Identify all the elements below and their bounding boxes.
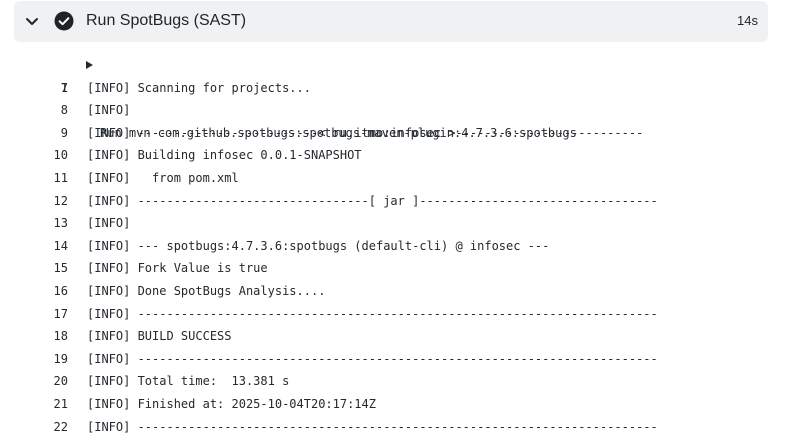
log-line: 21 [INFO] Finished at: 2025-10-04T20:17:1…: [0, 393, 786, 416]
log-line: 22 [INFO] -------------------------------…: [0, 416, 786, 439]
chevron-down-icon[interactable]: [24, 13, 40, 29]
line-number[interactable]: 20: [40, 370, 68, 393]
line-number[interactable]: 17: [40, 303, 68, 326]
line-number[interactable]: 12: [40, 190, 68, 213]
line-number[interactable]: 8: [40, 99, 68, 122]
line-number[interactable]: 10: [40, 144, 68, 167]
log-line-text: [INFO] ---------------------------------…: [87, 351, 658, 366]
log-output: 1 Run mvn com.github.spotbugs:spotbugs-m…: [0, 54, 786, 438]
line-number[interactable]: 13: [40, 212, 68, 235]
log-lines: 7 [INFO] Scanning for projects... 8 [INFO] 9…: [0, 77, 786, 439]
log-line: 9 [INFO] -------------------------< ru.it…: [0, 122, 786, 145]
log-line-text: [INFO] from pom.xml: [87, 170, 239, 185]
check-circle-icon: [54, 11, 74, 31]
log-line: 19 [INFO] -------------------------------…: [0, 348, 786, 371]
log-command-line[interactable]: 1 Run mvn com.github.spotbugs:spotbugs-m…: [0, 54, 786, 140]
expand-caret-icon[interactable]: [86, 61, 93, 69]
log-line-text: [INFO]: [87, 103, 131, 118]
log-line-text: [INFO] Building infosec 0.0.1-SNAPSHOT: [87, 148, 362, 163]
log-line-text: [INFO] Total time: 13.381 s: [87, 374, 290, 389]
step-title: Run SpotBugs (SAST): [86, 12, 247, 29]
line-number[interactable]: 22: [40, 416, 68, 439]
log-line-text: [INFO] BUILD SUCCESS: [87, 329, 232, 344]
log-line: 10 [INFO] Building infosec 0.0.1-SNAPSHOT: [0, 144, 786, 167]
line-number[interactable]: 9: [40, 122, 68, 145]
log-line: 18 [INFO] BUILD SUCCESS: [0, 325, 786, 348]
step-duration: 14s: [737, 13, 758, 28]
log-line-text: [INFO] -------------------------< ru.itm…: [87, 125, 644, 140]
log-line: 7 [INFO] Scanning for projects...: [0, 77, 786, 100]
log-line-text: [INFO] ---------------------------------…: [87, 306, 658, 321]
line-number[interactable]: 7: [40, 77, 68, 100]
log-line-text: [INFO] ---------------------------------…: [87, 419, 658, 434]
log-line: 20 [INFO] Total time: 13.381 s: [0, 370, 786, 393]
log-line-text: [INFO]: [87, 216, 131, 231]
log-line: 16 [INFO] Done SpotBugs Analysis....: [0, 280, 786, 303]
line-number[interactable]: 15: [40, 257, 68, 280]
log-line: 15 [INFO] Fork Value is true: [0, 257, 786, 280]
step-header[interactable]: Run SpotBugs (SAST) 14s: [14, 1, 768, 42]
line-number[interactable]: 11: [40, 167, 68, 190]
log-line: 8 [INFO]: [0, 99, 786, 122]
log-line-text: [INFO] Fork Value is true: [87, 261, 268, 276]
log-line-text: [INFO] Scanning for projects...: [87, 80, 311, 95]
line-number[interactable]: 19: [40, 348, 68, 371]
log-line: 12 [INFO] -------------------------------…: [0, 190, 786, 213]
line-number[interactable]: 14: [40, 235, 68, 258]
log-line: 14 [INFO] --- spotbugs:4.7.3.6:spotbugs (…: [0, 235, 786, 258]
log-line: 11 [INFO] from pom.xml: [0, 167, 786, 190]
log-line-text: [INFO] --------------------------------[…: [87, 193, 658, 208]
log-line-text: [INFO] --- spotbugs:4.7.3.6:spotbugs (de…: [87, 238, 550, 253]
log-line-text: [INFO] Finished at: 2025-10-04T20:17:14Z: [87, 396, 376, 411]
log-line-text: [INFO] Done SpotBugs Analysis....: [87, 283, 326, 298]
line-number[interactable]: 18: [40, 325, 68, 348]
line-number[interactable]: 21: [40, 393, 68, 416]
line-number[interactable]: 16: [40, 280, 68, 303]
log-line: 13 [INFO]: [0, 212, 786, 235]
log-line: 17 [INFO] -------------------------------…: [0, 303, 786, 326]
